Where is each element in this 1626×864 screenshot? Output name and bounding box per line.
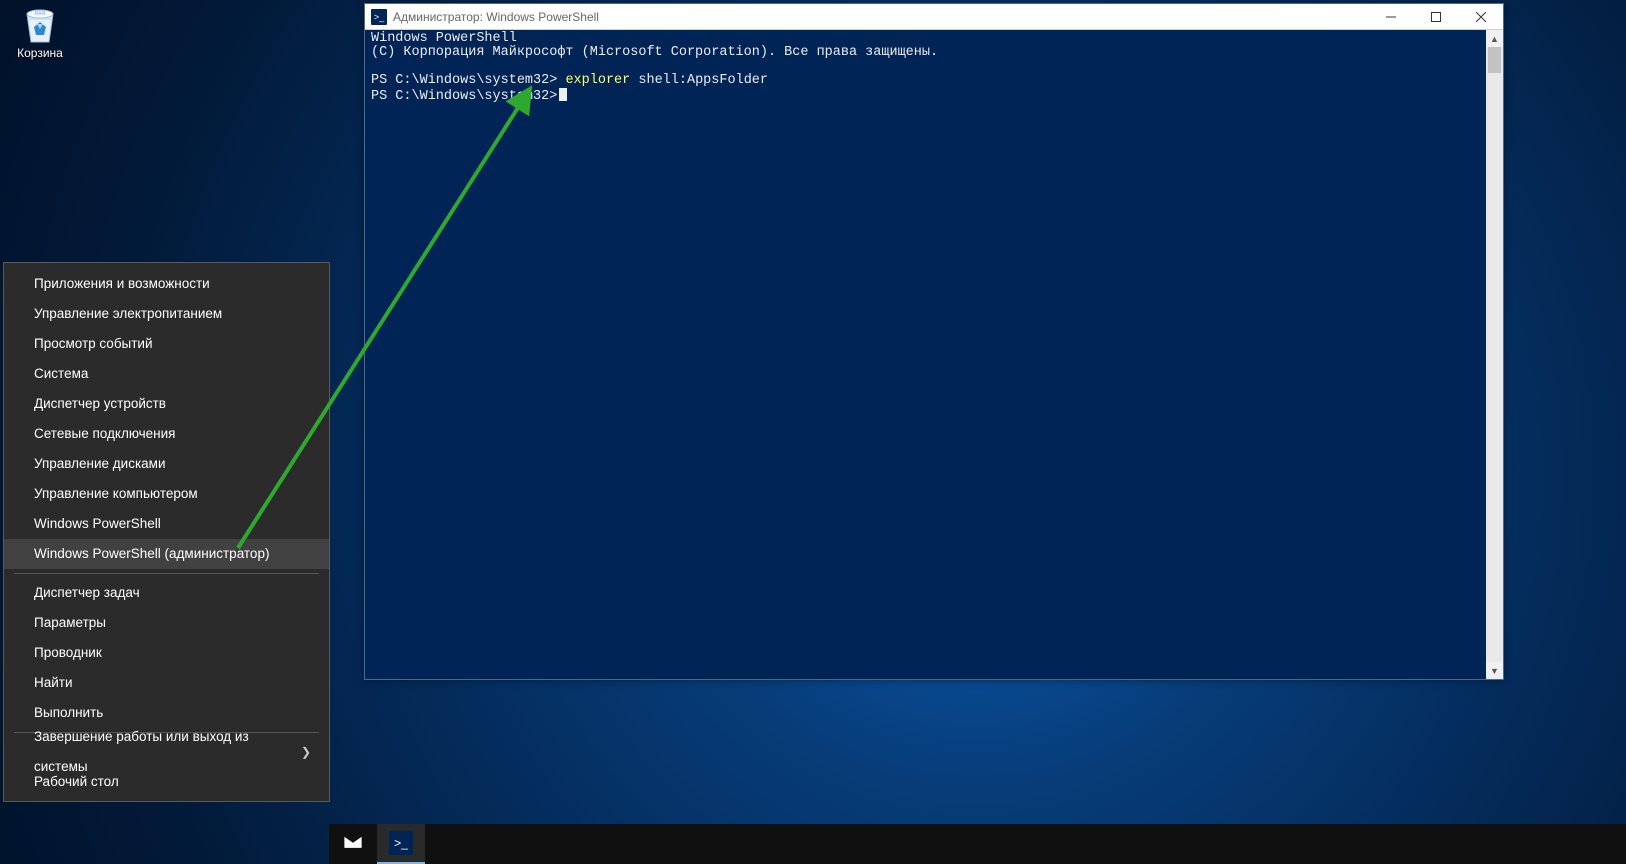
powershell-icon: >_ [371,9,387,25]
winx-item-power-options[interactable]: Управление электропитанием [4,299,329,329]
recycle-bin-icon [17,2,63,44]
scroll-down-button[interactable]: ▼ [1486,662,1503,679]
winx-item-event-viewer[interactable]: Просмотр событий [4,329,329,359]
winx-item-settings[interactable]: Параметры [4,608,329,638]
taskbar-mail-button[interactable] [329,824,377,864]
winx-item-shutdown-signout[interactable]: Завершение работы или выход из системы ❯ [4,737,329,767]
terminal-cursor [559,88,567,101]
scroll-up-button[interactable]: ▲ [1486,30,1503,47]
winx-item-system[interactable]: Система [4,359,329,389]
desktop-recycle-bin[interactable]: Корзина [5,2,75,60]
powershell-icon: >_ [389,831,413,855]
winx-item-network-connections[interactable]: Сетевые подключения [4,419,329,449]
powershell-window: >_ Администратор: Windows PowerShell Win… [364,3,1504,680]
scrollbar-vertical[interactable]: ▲ ▼ [1486,30,1503,679]
maximize-button[interactable] [1413,4,1458,30]
taskbar: >_ [329,824,1626,864]
winx-item-device-manager[interactable]: Диспетчер устройств [4,389,329,419]
winx-item-file-explorer[interactable]: Проводник [4,638,329,668]
winx-item-search[interactable]: Найти [4,668,329,698]
close-button[interactable] [1458,4,1503,30]
powershell-titlebar[interactable]: >_ Администратор: Windows PowerShell [365,4,1503,30]
taskbar-powershell-button[interactable]: >_ [377,824,425,864]
minimize-button[interactable] [1368,4,1413,30]
winx-item-powershell-admin[interactable]: Windows PowerShell (администратор) [4,539,329,569]
powershell-terminal[interactable]: Windows PowerShell (C) Корпорация Майкро… [371,32,1486,104]
powershell-body[interactable]: Windows PowerShell (C) Корпорация Майкро… [365,30,1503,679]
winx-item-task-manager[interactable]: Диспетчер задач [4,578,329,608]
chevron-right-icon: ❯ [301,737,311,767]
scroll-thumb[interactable] [1488,47,1501,73]
winx-item-disk-management[interactable]: Управление дисками [4,449,329,479]
recycle-bin-label: Корзина [5,46,75,60]
winx-separator-1 [14,573,319,574]
powershell-title-text: Администратор: Windows PowerShell [393,10,1368,24]
winx-item-apps-features[interactable]: Приложения и возможности [4,269,329,299]
mail-icon [342,831,364,858]
winx-item-computer-management[interactable]: Управление компьютером [4,479,329,509]
winx-item-powershell[interactable]: Windows PowerShell [4,509,329,539]
winx-menu: Приложения и возможности Управление элек… [3,262,330,802]
